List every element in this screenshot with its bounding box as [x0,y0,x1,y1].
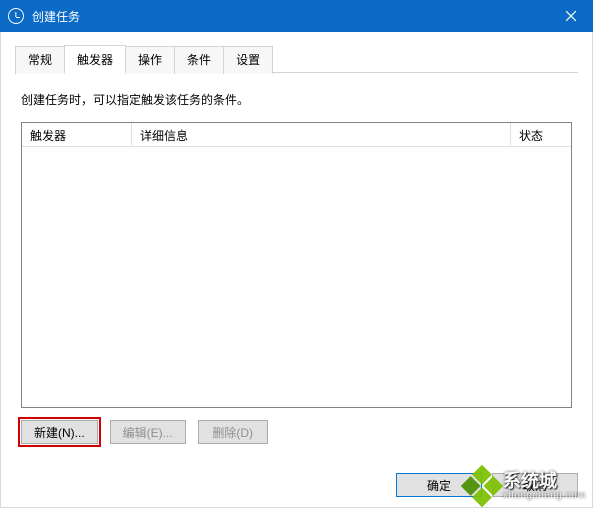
tab-triggers[interactable]: 触发器 [64,45,126,73]
column-headers: 触发器 详细信息 状态 [22,123,571,147]
column-trigger[interactable]: 触发器 [22,123,132,147]
window-title: 创建任务 [32,8,80,25]
clock-icon [8,8,24,24]
tab-settings[interactable]: 设置 [223,46,273,74]
cancel-button[interactable]: 取消 [492,473,578,497]
edit-button: 编辑(E)... [110,420,186,444]
list-body [22,147,571,407]
action-buttons: 新建(N)... 编辑(E)... 删除(D) [21,420,572,444]
close-button[interactable] [548,0,593,32]
new-button[interactable]: 新建(N)... [21,420,98,444]
tab-description: 创建任务时，可以指定触发该任务的条件。 [21,91,572,108]
close-icon [566,11,576,21]
triggers-list[interactable]: 触发器 详细信息 状态 [21,122,572,408]
tab-strip: 常规 触发器 操作 条件 设置 [15,44,578,73]
dialog-body: 常规 触发器 操作 条件 设置 创建任务时，可以指定触发该任务的条件。 触发器 … [0,32,593,508]
ok-button[interactable]: 确定 [396,473,482,497]
tab-actions[interactable]: 操作 [125,46,175,74]
delete-button: 删除(D) [198,420,268,444]
column-status[interactable]: 状态 [511,123,571,147]
tab-conditions[interactable]: 条件 [174,46,224,74]
column-details[interactable]: 详细信息 [132,123,511,147]
tab-general[interactable]: 常规 [15,46,65,74]
titlebar: 创建任务 [0,0,593,32]
dialog-footer: 确定 取消 [396,473,578,497]
